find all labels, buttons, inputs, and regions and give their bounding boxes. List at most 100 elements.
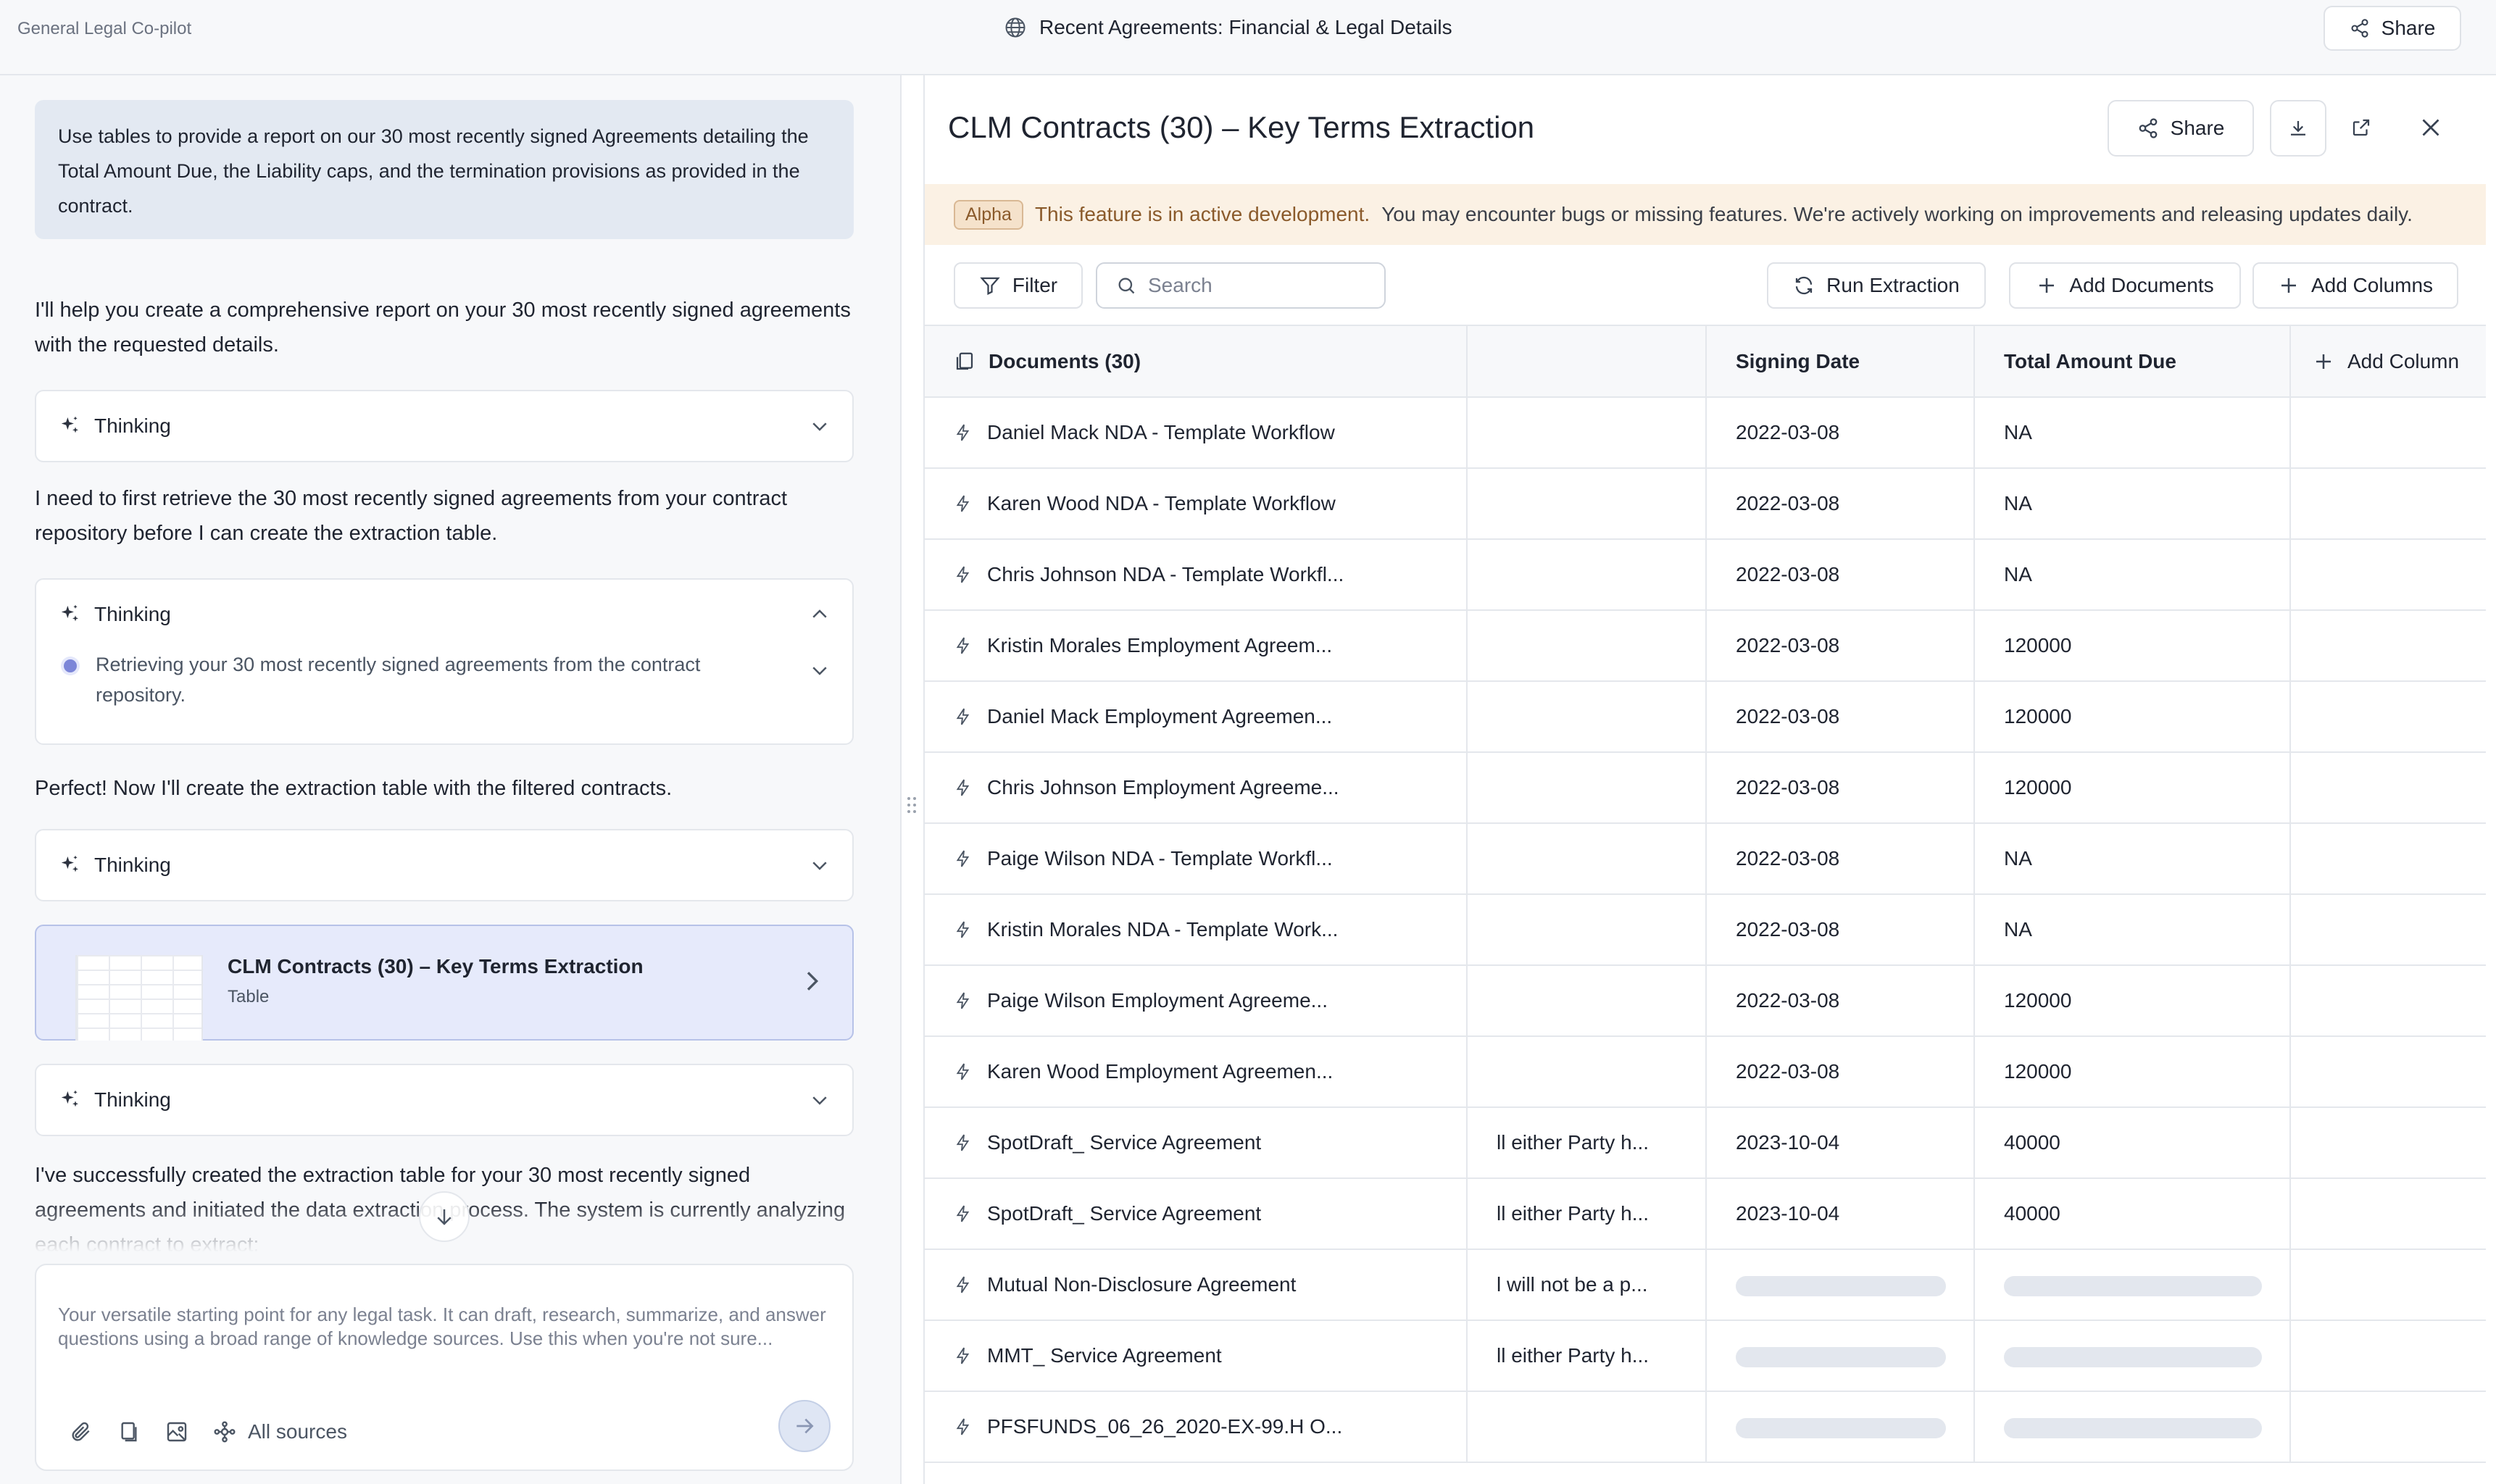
table-row[interactable]: PFSFUNDS_06_26_2020-EX-99.H O... (925, 1391, 2486, 1463)
close-panel-button[interactable] (2416, 113, 2445, 142)
add-column-button[interactable]: Add Column (2290, 326, 2486, 398)
total-amount-cell[interactable]: NA (1974, 539, 2291, 611)
total-amount-cell[interactable]: 120000 (1974, 965, 2291, 1037)
document-cell[interactable]: Daniel Mack NDA - Template Workflow (925, 397, 1468, 469)
signing-date-cell[interactable]: 2022-03-08 (1706, 752, 1975, 824)
scroll-to-bottom-button[interactable] (419, 1191, 470, 1242)
paperclip-icon[interactable] (70, 1420, 93, 1443)
termination-cell[interactable] (1467, 397, 1707, 469)
signing-date-cell[interactable]: 2022-03-08 (1706, 610, 1975, 682)
signing-date-cell[interactable] (1706, 1391, 1975, 1463)
table-row[interactable]: Kristin Morales NDA - Template Work... 20… (925, 894, 2486, 966)
table-row[interactable]: Chris Johnson NDA - Template Workfl... 20… (925, 539, 2486, 611)
termination-cell[interactable] (1467, 752, 1707, 824)
termination-cell[interactable]: ll either Party h... (1467, 1178, 1707, 1250)
table-row[interactable]: Paige Wilson NDA - Template Workfl... 202… (925, 823, 2486, 895)
table-row[interactable]: MMT_ Service Agreement ll either Party h.… (925, 1320, 2486, 1392)
table-row[interactable]: Mutual Non-Disclosure Agreement l will no… (925, 1249, 2486, 1321)
total-amount-cell[interactable]: 40000 (1974, 1107, 2291, 1179)
termination-cell[interactable] (1467, 823, 1707, 895)
termination-cell[interactable] (1467, 965, 1707, 1037)
termination-cell[interactable] (1467, 468, 1707, 540)
termination-cell[interactable] (1467, 1391, 1707, 1463)
termination-cell[interactable] (1467, 1036, 1707, 1108)
table-row[interactable]: Chris Johnson Employment Agreeme... 2022-… (925, 752, 2486, 824)
thinking-block[interactable]: Thinking (35, 390, 854, 462)
run-extraction-button[interactable]: Run Extraction (1767, 262, 1986, 309)
table-row[interactable]: Karen Wood NDA - Template Workflow 2022-0… (925, 468, 2486, 540)
total-amount-cell[interactable]: 120000 (1974, 1036, 2291, 1108)
total-amount-cell[interactable] (1974, 1249, 2291, 1321)
signing-date-cell[interactable]: 2022-03-08 (1706, 823, 1975, 895)
document-cell[interactable]: Chris Johnson Employment Agreeme... (925, 752, 1468, 824)
chevron-down-icon[interactable] (809, 415, 831, 437)
header-share-button[interactable]: Share (2324, 6, 2461, 51)
signing-date-cell[interactable]: 2022-03-08 (1706, 681, 1975, 753)
column-header-termination[interactable] (1467, 326, 1707, 398)
chevron-down-icon[interactable] (809, 659, 831, 681)
thinking-block[interactable]: Thinking (35, 1064, 854, 1136)
document-cell[interactable]: Paige Wilson Employment Agreeme... (925, 965, 1468, 1037)
document-cell[interactable]: Karen Wood Employment Agreemen... (925, 1036, 1468, 1108)
termination-cell[interactable]: ll either Party h... (1467, 1107, 1707, 1179)
total-amount-cell[interactable]: NA (1974, 397, 2291, 469)
signing-date-cell[interactable]: 2022-03-08 (1706, 965, 1975, 1037)
signing-date-cell[interactable]: 2023-10-04 (1706, 1178, 1975, 1250)
column-header-documents[interactable]: Documents (30) (925, 326, 1468, 398)
total-amount-cell[interactable]: NA (1974, 823, 2291, 895)
table-row[interactable]: Karen Wood Employment Agreemen... 2022-03… (925, 1036, 2486, 1108)
document-cell[interactable]: SpotDraft_ Service Agreement (925, 1178, 1468, 1250)
sources-selector[interactable]: All sources (213, 1420, 347, 1443)
signing-date-cell[interactable]: 2022-03-08 (1706, 397, 1975, 469)
table-row[interactable]: Kristin Morales Employment Agreem... 2022… (925, 610, 2486, 682)
total-amount-cell[interactable]: 120000 (1974, 610, 2291, 682)
signing-date-cell[interactable]: 2022-03-08 (1706, 1036, 1975, 1108)
termination-cell[interactable] (1467, 681, 1707, 753)
table-row[interactable]: Paige Wilson Employment Agreeme... 2022-0… (925, 965, 2486, 1037)
chevron-down-icon[interactable] (809, 1089, 831, 1111)
add-documents-button[interactable]: Add Documents (2009, 262, 2241, 309)
thinking-block-expanded[interactable]: Thinking Retrieving your 30 most recentl… (35, 578, 854, 745)
termination-cell[interactable] (1467, 894, 1707, 966)
pane-resize-handle[interactable] (906, 794, 918, 816)
column-header-total-amount[interactable]: Total Amount Due (1974, 326, 2291, 398)
total-amount-cell[interactable] (1974, 1391, 2291, 1463)
signing-date-cell[interactable]: 2022-03-08 (1706, 894, 1975, 966)
send-button[interactable] (778, 1400, 831, 1452)
thinking-block[interactable]: Thinking (35, 829, 854, 901)
signing-date-cell[interactable]: 2022-03-08 (1706, 539, 1975, 611)
table-row[interactable]: SpotDraft_ Service Agreement ll either Pa… (925, 1107, 2486, 1179)
column-header-signing-date[interactable]: Signing Date (1706, 326, 1975, 398)
document-icon[interactable] (117, 1420, 141, 1443)
total-amount-cell[interactable]: NA (1974, 894, 2291, 966)
image-search-icon[interactable] (165, 1420, 188, 1443)
table-row[interactable]: SpotDraft_ Service Agreement ll either Pa… (925, 1178, 2486, 1250)
document-cell[interactable]: Paige Wilson NDA - Template Workfl... (925, 823, 1468, 895)
artifact-card[interactable]: CLM Contracts (30) – Key Terms Extractio… (35, 925, 854, 1041)
document-cell[interactable]: MMT_ Service Agreement (925, 1320, 1468, 1392)
document-cell[interactable]: Karen Wood NDA - Template Workflow (925, 468, 1468, 540)
total-amount-cell[interactable]: NA (1974, 468, 2291, 540)
total-amount-cell[interactable]: 120000 (1974, 681, 2291, 753)
signing-date-cell[interactable]: 2022-03-08 (1706, 468, 1975, 540)
document-cell[interactable]: Kristin Morales NDA - Template Work... (925, 894, 1468, 966)
search-input[interactable]: Search (1096, 262, 1386, 309)
document-cell[interactable]: Mutual Non-Disclosure Agreement (925, 1249, 1468, 1321)
panel-share-button[interactable]: Share (2108, 100, 2254, 157)
document-cell[interactable]: Kristin Morales Employment Agreem... (925, 610, 1468, 682)
table-row[interactable]: Daniel Mack NDA - Template Workflow 2022-… (925, 397, 2486, 469)
signing-date-cell[interactable]: 2023-10-04 (1706, 1107, 1975, 1179)
prompt-input[interactable]: Your versatile starting point for any le… (58, 1303, 833, 1351)
chevron-down-icon[interactable] (809, 854, 831, 876)
total-amount-cell[interactable]: 120000 (1974, 752, 2291, 824)
chevron-up-icon[interactable] (809, 604, 831, 625)
signing-date-cell[interactable] (1706, 1249, 1975, 1321)
termination-cell[interactable]: ll either Party h... (1467, 1320, 1707, 1392)
download-button[interactable] (2270, 100, 2326, 157)
document-cell[interactable]: SpotDraft_ Service Agreement (925, 1107, 1468, 1179)
add-columns-button[interactable]: Add Columns (2252, 262, 2458, 309)
termination-cell[interactable]: l will not be a p... (1467, 1249, 1707, 1321)
table-row[interactable]: Daniel Mack Employment Agreemen... 2022-0… (925, 681, 2486, 753)
termination-cell[interactable] (1467, 539, 1707, 611)
open-external-button[interactable] (2347, 113, 2376, 142)
